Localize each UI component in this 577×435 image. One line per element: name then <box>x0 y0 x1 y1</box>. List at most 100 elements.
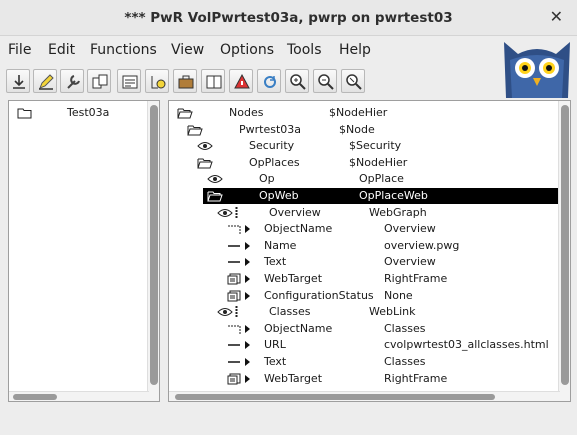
zoom-out-button[interactable] <box>313 69 337 93</box>
object-class: OpPlaceWeb <box>359 189 428 202</box>
object-class: $NodeHier <box>329 106 388 119</box>
attribute-icon <box>122 75 138 89</box>
tree-row[interactable]: Text Overview <box>169 254 559 270</box>
zoom-reset-icon <box>346 74 362 90</box>
menu-edit[interactable]: Edit <box>48 42 75 58</box>
menu-help[interactable]: Help <box>339 42 371 58</box>
refresh-button[interactable] <box>257 69 281 93</box>
object-class: $NodeHier <box>349 155 408 169</box>
tree-row[interactable]: URL cvolpwrtest03_allclasses.html <box>169 337 559 353</box>
expand-arrow-icon[interactable] <box>245 241 250 250</box>
left-vertical-scrollbar[interactable] <box>147 101 159 401</box>
right-horizontal-scroll-thumb[interactable] <box>175 394 495 400</box>
status-bar <box>0 405 577 435</box>
tree-row[interactable]: ObjectName Classes <box>169 321 559 337</box>
expand-arrow-icon[interactable] <box>245 291 250 300</box>
window-title: *** PwR VolPwrtest03a, pwrp on pwrtest03 <box>124 10 453 26</box>
object-class: WebGraph <box>369 205 427 219</box>
object-name: URL <box>264 338 286 352</box>
node-hierarchy-pane[interactable]: Nodes $NodeHier Pwrtest03a $Node Security $Se… <box>168 100 571 402</box>
expand-arrow-icon[interactable] <box>245 358 250 366</box>
object-name: Classes <box>269 305 311 319</box>
object-name: Security <box>249 139 295 153</box>
tree-row[interactable]: Nodes $NodeHier <box>169 105 559 121</box>
tools-button[interactable] <box>60 69 84 93</box>
tree-row[interactable]: OpPlaces $NodeHier <box>169 155 559 171</box>
expand-arrow-icon[interactable] <box>245 275 250 283</box>
menu-file[interactable]: File <box>8 42 31 58</box>
object-class: $Node <box>339 122 375 136</box>
expand-arrow-icon[interactable] <box>245 324 250 333</box>
pwr-configurator-window: *** PwR VolPwrtest03a, pwrp on pwrtest03… <box>0 0 577 435</box>
object-class: $Security <box>349 139 402 153</box>
tree-row[interactable]: Security $Security <box>169 138 559 154</box>
zoom-reset-button[interactable] <box>341 69 365 93</box>
object-class: None <box>384 288 413 302</box>
tree-row[interactable]: Overview WebGraph <box>169 205 559 221</box>
tree-row[interactable]: WebTarget RightFrame <box>169 271 559 287</box>
object-name: ObjectName <box>264 321 333 335</box>
menu-options[interactable]: Options <box>220 42 274 58</box>
right-horizontal-scrollbar[interactable] <box>169 391 560 401</box>
object-name: Nodes <box>229 106 264 119</box>
left-horizontal-scrollbar[interactable] <box>9 391 149 401</box>
plant-hierarchy-pane[interactable]: Test03a <box>8 100 160 402</box>
wrench-icon <box>67 75 80 89</box>
object-class: Overview <box>384 255 436 269</box>
object-name: WebTarget <box>264 371 323 385</box>
edit-mode-button[interactable] <box>33 69 57 93</box>
expand-arrow-icon[interactable] <box>245 374 250 383</box>
object-name: OpPlaces <box>249 155 300 169</box>
book-button[interactable] <box>201 69 225 93</box>
tree-row[interactable]: ConfigurationStatus None <box>169 288 559 304</box>
object-name: ConfigurationStatus <box>264 288 374 302</box>
expand-arrow-icon[interactable] <box>245 225 250 234</box>
object-name: Op <box>259 172 275 186</box>
menu-tools[interactable]: Tools <box>287 42 322 58</box>
tree-row[interactable]: Op OpPlace <box>169 171 559 187</box>
attribute-button[interactable] <box>117 69 141 93</box>
menu-view[interactable]: View <box>171 42 204 58</box>
folder-icon <box>17 107 33 124</box>
object-class: overview.pwg <box>384 238 460 252</box>
toolbar <box>0 66 577 98</box>
briefcase-button[interactable] <box>173 69 197 93</box>
tree-row[interactable]: ObjectName Overview <box>169 221 559 237</box>
tree-row[interactable]: Name overview.pwg <box>169 238 559 254</box>
title-bar[interactable]: *** PwR VolPwrtest03a, pwrp on pwrtest03… <box>0 0 577 36</box>
expand-arrow-icon[interactable] <box>245 341 250 350</box>
menu-functions[interactable]: Functions <box>90 42 157 58</box>
alarm-icon <box>234 73 250 89</box>
tree-item[interactable]: Test03a <box>9 105 147 121</box>
expand-arrow-icon[interactable] <box>245 258 250 267</box>
object-name: Text <box>264 355 287 368</box>
open-graph-button[interactable] <box>145 69 169 93</box>
object-name: Overview <box>269 205 321 219</box>
object-class: WebLink <box>369 305 416 319</box>
object-name: Text <box>264 255 287 269</box>
copy-icon <box>92 74 108 89</box>
left-horizontal-scroll-thumb[interactable] <box>13 394 57 400</box>
left-vertical-scroll-thumb[interactable] <box>150 105 158 385</box>
tree-row[interactable]: Text Classes <box>169 354 559 370</box>
tree-row[interactable]: Pwrtest03a $Node <box>169 122 559 138</box>
tree-row[interactable]: WebTarget RightFrame <box>169 371 559 387</box>
right-vertical-scrollbar[interactable] <box>558 101 570 401</box>
object-class: Classes <box>384 355 426 368</box>
tree-row[interactable]: Classes WebLink <box>169 304 559 320</box>
zoom-out-icon <box>318 74 334 90</box>
briefcase-icon <box>178 75 194 89</box>
attr-enum-icon <box>227 373 243 390</box>
save-button[interactable] <box>6 69 30 93</box>
object-class: Overview <box>384 222 436 236</box>
object-class: RightFrame <box>384 272 448 285</box>
right-vertical-scroll-thumb[interactable] <box>561 105 569 385</box>
object-class: RightFrame <box>384 371 448 385</box>
copy-button[interactable] <box>87 69 111 93</box>
alarm-button[interactable] <box>229 69 253 93</box>
book-icon <box>206 75 222 89</box>
tree-row-selected[interactable]: OpWeb OpPlaceWeb <box>203 188 559 204</box>
close-icon[interactable]: ✕ <box>550 7 563 26</box>
object-name: OpWeb <box>259 189 299 202</box>
zoom-in-button[interactable] <box>285 69 309 93</box>
